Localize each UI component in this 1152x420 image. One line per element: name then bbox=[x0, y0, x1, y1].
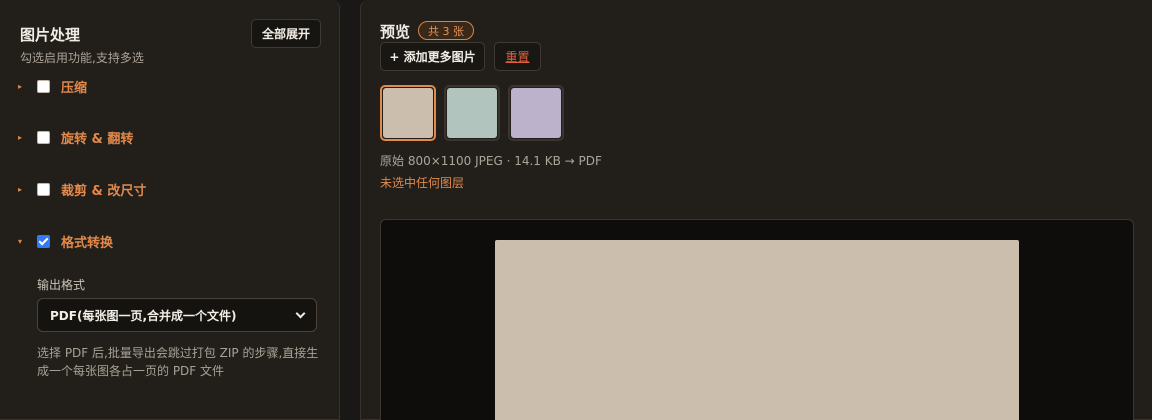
output-format-label: 输出格式 bbox=[37, 278, 86, 292]
expand-all-button[interactable]: 全部展开 bbox=[251, 19, 321, 48]
format-note: 选择 PDF 后,批量导出会跳过打包 ZIP 的步骤,直接生成一个每张图各占一页… bbox=[37, 346, 319, 378]
layer-status: 未选中任何图层 bbox=[380, 176, 465, 190]
count-badge: 共 3 张 bbox=[418, 21, 474, 40]
output-format-select[interactable]: PDF(每张图一页,合并成一个文件) bbox=[37, 298, 317, 332]
image-processing-panel: 图片处理 勾选启用功能,支持多选 全部展开 ▸ 压缩 ▸ 旋转 & 翻转 ▸ 裁… bbox=[0, 0, 340, 420]
rotate-flip-checkbox[interactable] bbox=[37, 130, 50, 144]
thumbnail-image bbox=[383, 88, 433, 138]
preview-title: 预览 bbox=[380, 23, 411, 41]
crop-resize-checkbox[interactable] bbox=[37, 182, 50, 196]
caret-right-icon[interactable]: ▸ bbox=[18, 133, 30, 142]
thumbnail[interactable] bbox=[508, 85, 564, 141]
feature-label: 旋转 & 翻转 bbox=[61, 131, 134, 147]
thumbnail-image bbox=[511, 88, 561, 138]
chevron-down-icon bbox=[295, 308, 306, 318]
preview-panel: 预览 共 3 张 + 添加更多图片 重置 原始 800×1100 JPEG · … bbox=[360, 0, 1152, 420]
caret-down-icon[interactable]: ▾ bbox=[18, 237, 30, 246]
preview-canvas[interactable] bbox=[380, 219, 1134, 420]
selected-format: PDF(每张图一页,合并成一个文件) bbox=[50, 308, 237, 323]
feature-label: 格式转换 bbox=[61, 235, 114, 251]
caret-right-icon[interactable]: ▸ bbox=[18, 82, 30, 91]
feature-format-convert[interactable]: ▾ 格式转换 bbox=[18, 231, 113, 251]
thumbnail-image bbox=[447, 88, 497, 138]
preview-image bbox=[495, 240, 1019, 420]
feature-label: 压缩 bbox=[61, 80, 88, 96]
file-info: 原始 800×1100 JPEG · 14.1 KB → PDF bbox=[380, 154, 602, 168]
panel-title: 图片处理 bbox=[20, 26, 81, 44]
feature-crop-resize[interactable]: ▸ 裁剪 & 改尺寸 bbox=[18, 179, 146, 199]
format-convert-checkbox[interactable] bbox=[37, 234, 50, 248]
reset-button[interactable]: 重置 bbox=[494, 42, 541, 71]
caret-right-icon[interactable]: ▸ bbox=[18, 185, 30, 194]
thumbnail[interactable] bbox=[444, 85, 500, 141]
add-more-images-button[interactable]: + 添加更多图片 bbox=[380, 42, 485, 71]
feature-rotate-flip[interactable]: ▸ 旋转 & 翻转 bbox=[18, 127, 133, 147]
feature-label: 裁剪 & 改尺寸 bbox=[61, 183, 147, 199]
feature-compress[interactable]: ▸ 压缩 bbox=[18, 76, 87, 96]
panel-subtitle: 勾选启用功能,支持多选 bbox=[20, 51, 144, 65]
compress-checkbox[interactable] bbox=[37, 79, 50, 93]
thumbnail[interactable] bbox=[380, 85, 436, 141]
